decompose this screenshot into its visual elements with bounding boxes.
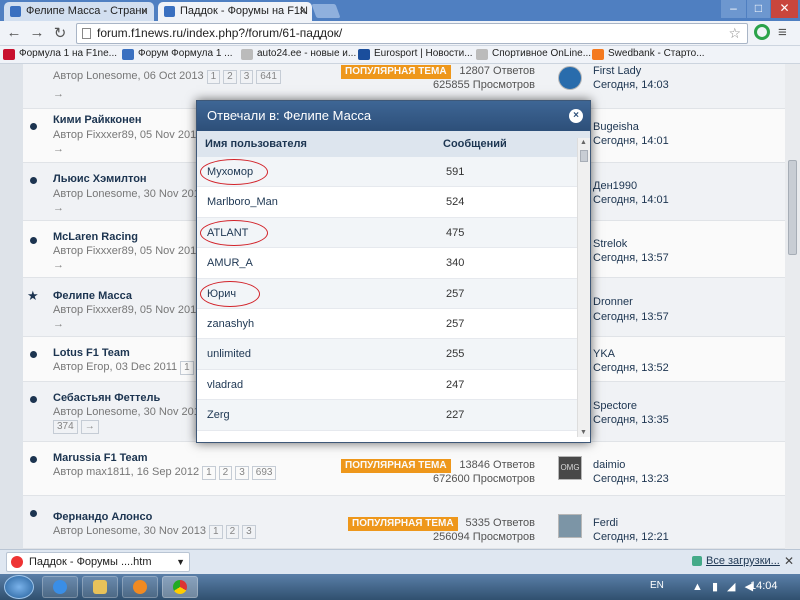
post-count: 340	[446, 257, 465, 270]
minimize-button[interactable]: –	[721, 0, 746, 18]
download-item[interactable]: Паддок - Форумы ....htm ▼	[6, 552, 190, 572]
taskbar-ie[interactable]	[42, 576, 78, 598]
taskbar-chrome[interactable]	[162, 576, 198, 598]
reload-button[interactable]: ↻	[50, 24, 70, 42]
page-icon	[476, 49, 488, 60]
list-item: zanashyh 257	[197, 309, 577, 340]
swedbank-icon	[592, 49, 604, 60]
ie-icon	[53, 580, 67, 594]
dialog-columns: Имя пользователя Сообщений	[197, 131, 590, 157]
dialog-header: Отвечали в: Фелипе Масса ×	[197, 101, 590, 131]
back-button[interactable]: ←	[4, 24, 24, 41]
bookmark-item[interactable]: auto24.ee - новые и...	[241, 48, 356, 60]
user-link[interactable]: Marlboro_Man	[207, 196, 278, 208]
forward-button[interactable]: →	[27, 24, 47, 41]
forum-favicon	[10, 6, 21, 17]
list-item: Мухомор 591	[197, 157, 577, 188]
tab-title: Фелипе Масса - Страни	[26, 5, 148, 17]
bookmark-item[interactable]: Форум Формула 1 ...	[122, 48, 233, 60]
list-item: vladrad 247	[197, 370, 577, 401]
url-text: forum.f1news.ru/index.php?/forum/61-падд…	[97, 26, 343, 40]
user-link[interactable]: Zerg	[207, 409, 230, 421]
user-link[interactable]: unlimited	[207, 348, 251, 360]
extension-icon[interactable]	[754, 24, 770, 40]
user-link[interactable]: Юрич	[207, 288, 236, 300]
repliers-dialog: Отвечали в: Фелипе Масса × Имя пользоват…	[196, 100, 591, 443]
folder-icon	[93, 580, 107, 594]
post-count: 255	[446, 348, 465, 361]
download-bar: Паддок - Форумы ....htm ▼ Все загрузки..…	[0, 549, 800, 574]
taskbar: EN ▲ ▮ ◢ ◀ 14:04	[0, 574, 800, 600]
post-count: 524	[446, 196, 465, 209]
list-item: ATLANT 475	[197, 217, 577, 249]
eurosport-icon	[358, 49, 370, 60]
maximize-button[interactable]: □	[747, 0, 770, 18]
scroll-up-icon[interactable]: ▲	[580, 139, 587, 146]
tab-title: Паддок - Форумы на F1N	[180, 5, 308, 17]
user-link[interactable]: vladrad	[207, 379, 243, 391]
f1-logo-icon	[3, 49, 15, 60]
clock[interactable]: 14:04	[750, 580, 778, 592]
bookmark-item[interactable]: Eurosport | Новости...	[358, 48, 473, 60]
list-item: AMUR_A 340	[197, 248, 577, 279]
bookmark-item[interactable]: Формула 1 на F1ne...	[3, 48, 117, 60]
user-link[interactable]: AMUR_A	[207, 257, 253, 269]
scroll-down-icon[interactable]: ▼	[580, 429, 587, 436]
download-icon	[692, 556, 702, 566]
column-header-posts[interactable]: Сообщений	[443, 138, 507, 150]
tab-felipe-massa[interactable]: Фелипе Масса - Страни ×	[4, 2, 154, 21]
user-link[interactable]: zanashyh	[207, 318, 254, 330]
page-icon	[241, 49, 253, 60]
list-item: Zerg 227	[197, 400, 577, 431]
list-item: unlimited 255	[197, 339, 577, 370]
bookmark-item[interactable]: Спортивное OnLine...	[476, 48, 591, 60]
chevron-down-icon[interactable]: ▼	[176, 553, 185, 571]
close-icon[interactable]: ×	[569, 109, 583, 123]
bookmarks-bar: Формула 1 на F1ne... Форум Формула 1 ...…	[0, 46, 800, 64]
scrollbar-thumb[interactable]	[580, 150, 588, 162]
download-filename: Паддок - Форумы ....htm	[29, 556, 152, 568]
address-bar[interactable]: forum.f1news.ru/index.php?/forum/61-падд…	[76, 23, 748, 44]
tab-close-icon[interactable]: ×	[299, 2, 306, 21]
tab-strip: Фелипе Масса - Страни × Паддок - Форумы …	[0, 0, 800, 21]
media-player-icon	[133, 580, 147, 594]
tab-paddock[interactable]: Паддок - Форумы на F1N ×	[158, 2, 312, 21]
taskbar-explorer[interactable]	[82, 576, 118, 598]
forum-favicon	[164, 6, 175, 17]
page-icon	[82, 28, 91, 39]
close-window-button[interactable]: ✕	[771, 0, 798, 18]
dialog-scrollbar[interactable]: ▲ ▼	[577, 138, 590, 437]
taskbar-media[interactable]	[122, 576, 158, 598]
post-count: 257	[446, 287, 465, 300]
start-button[interactable]	[4, 575, 34, 599]
browser-toolbar: ← → ↻ forum.f1news.ru/index.php?/forum/6…	[0, 21, 800, 46]
forum-favicon	[122, 49, 134, 60]
language-indicator[interactable]: EN	[650, 580, 664, 591]
post-count: 591	[446, 166, 465, 178]
post-count: 247	[446, 378, 465, 391]
close-icon[interactable]: ✕	[784, 554, 794, 568]
user-link[interactable]: Мухомор	[207, 166, 253, 178]
bookmark-item[interactable]: Swedbank - Старто...	[592, 48, 705, 60]
all-downloads-link[interactable]: Все загрузки...	[692, 555, 780, 567]
menu-icon[interactable]: ≡	[778, 24, 787, 41]
new-tab-button[interactable]	[311, 4, 341, 18]
post-count: 227	[446, 409, 465, 422]
system-tray[interactable]: ▲ ▮ ◢ ◀	[692, 580, 756, 593]
list-item: Юрич 257	[197, 278, 577, 309]
user-link[interactable]: ATLANT	[207, 227, 248, 239]
chrome-icon	[11, 556, 23, 568]
dialog-title: Отвечали в: Фелипе Масса	[207, 108, 372, 123]
list-item: Marlboro_Man 524	[197, 187, 577, 218]
post-count: 257	[446, 318, 465, 330]
column-header-user[interactable]: Имя пользователя	[205, 138, 307, 150]
post-count: 475	[446, 226, 465, 239]
tab-close-icon[interactable]: ×	[141, 2, 148, 21]
chrome-icon	[173, 580, 187, 594]
bookmark-star-icon[interactable]: ☆	[728, 24, 741, 43]
repliers-list: Мухомор 591 Marlboro_Man 524 ATLANT 475 …	[197, 157, 577, 437]
